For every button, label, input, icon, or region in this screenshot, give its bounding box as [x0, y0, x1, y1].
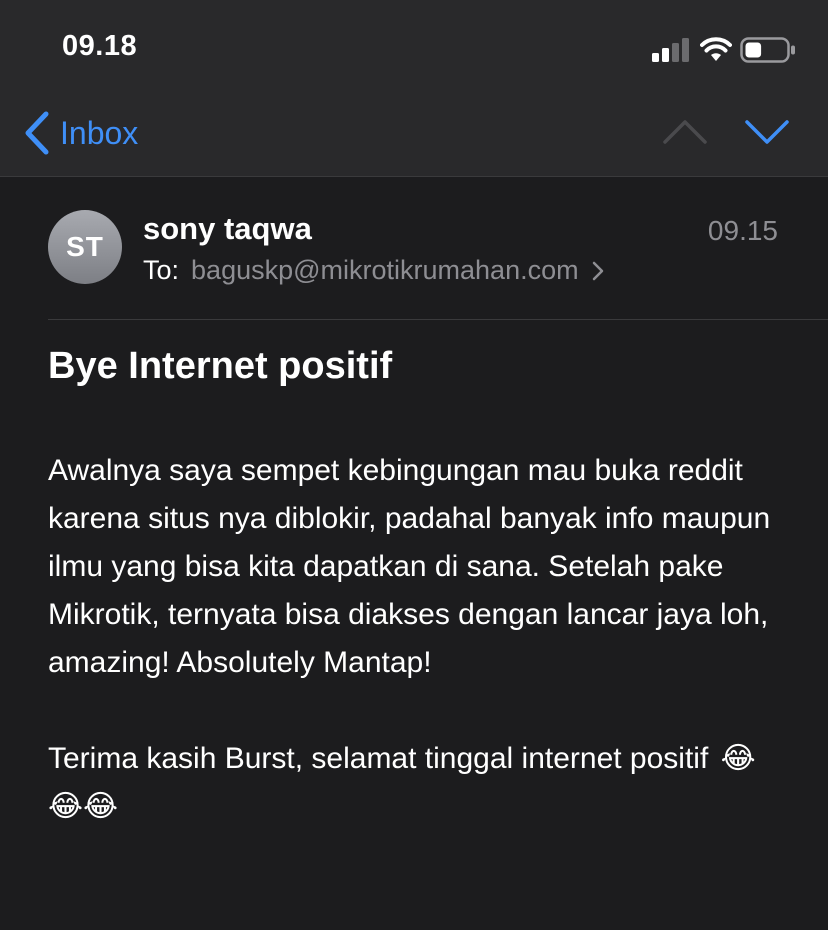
chevron-up-icon[interactable]: [662, 114, 708, 148]
chevron-right-icon: [592, 261, 603, 280]
body-paragraph-text: Terima kasih Burst, selamat tinggal inte…: [48, 742, 709, 775]
message-subject: Bye Internet positif: [48, 345, 393, 387]
body-paragraph: Terima kasih Burst, selamat tinggal inte…: [48, 735, 788, 831]
message-header: ST sony taqwa 09.15 To: baguskp@mikrotik…: [0, 177, 828, 320]
avatar[interactable]: ST: [48, 210, 122, 284]
status-time: 09.18: [62, 30, 138, 62]
received-time: 09.15: [707, 215, 778, 246]
chevron-left-icon: [25, 111, 49, 155]
chevron-down-icon[interactable]: [744, 114, 790, 148]
body-paragraph: Awalnya saya sempet kebingungan mau buka…: [48, 454, 771, 679]
back-label: Inbox: [60, 114, 139, 151]
to-label: To:: [143, 255, 180, 285]
recipient-row[interactable]: To: baguskp@mikrotikrumahan.com: [143, 255, 605, 286]
message-body: Awalnya saya sempet kebingungan mau buka…: [48, 447, 788, 831]
status-bar: 09.18: [0, 0, 828, 100]
recipient-address[interactable]: baguskp@mikrotikrumahan.com: [191, 255, 579, 286]
navigation-bar: Inbox: [0, 100, 828, 177]
wifi-icon: [700, 37, 732, 61]
signal-bars-icon: [652, 38, 689, 62]
inbox-back-button[interactable]: Inbox: [22, 108, 138, 158]
battery-icon: [740, 37, 795, 63]
header-divider: [48, 319, 828, 320]
sender-name[interactable]: sony taqwa: [143, 211, 312, 247]
